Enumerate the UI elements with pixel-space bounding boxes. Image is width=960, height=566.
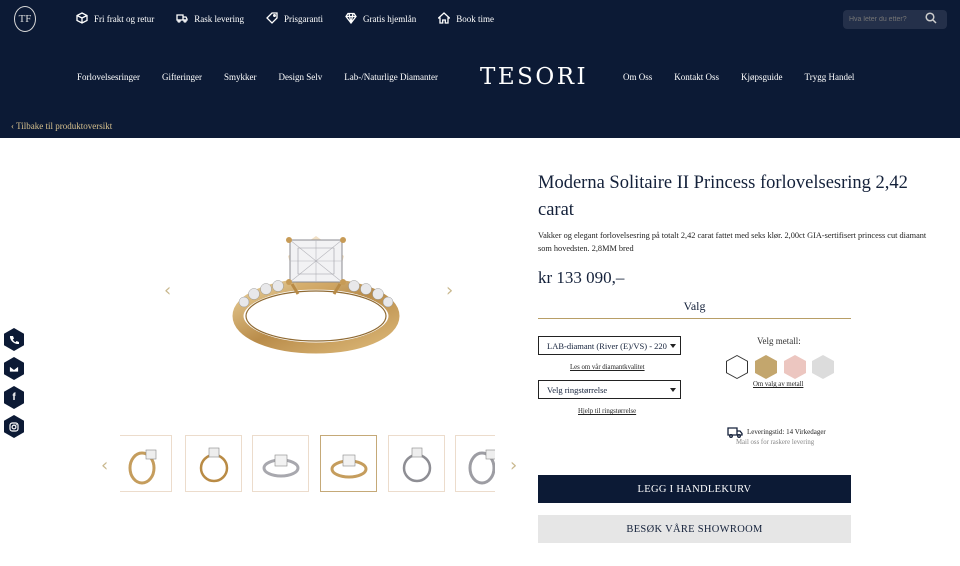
perk-free-shipping[interactable]: Fri frakt og retur xyxy=(76,12,154,26)
ring-white-gold-top-image xyxy=(262,454,299,477)
phone-icon[interactable] xyxy=(4,328,24,351)
instagram-icon[interactable] xyxy=(4,415,24,438)
ring-white-gold-angled-image xyxy=(468,449,495,484)
ring-size-help-link[interactable]: Hjelp til ringstørrelse xyxy=(578,408,636,415)
brand-logo[interactable]: TESORI xyxy=(480,64,588,90)
nav-item-diamanter[interactable]: Lab-/Naturlige Diamanter xyxy=(344,72,438,82)
metal-info-link[interactable]: Om valg av metall xyxy=(753,381,803,388)
back-to-products-link[interactable]: ‹ Tilbake til produktoversikt xyxy=(11,121,112,131)
ring-size-select[interactable]: Velg ringstørrelse xyxy=(538,380,681,399)
diamond-quality-link[interactable]: Les om vår diamantkvalitet xyxy=(570,364,645,371)
metal-option-platinum[interactable] xyxy=(812,355,834,379)
visit-showroom-button[interactable]: BESØK VÅRE SHOWROOM xyxy=(538,515,851,543)
thumbs-next-arrow[interactable]: › xyxy=(510,455,517,476)
box-icon xyxy=(76,12,88,26)
thumbnail-selected[interactable] xyxy=(320,435,377,492)
product-price: kr 133 090,– xyxy=(538,268,625,287)
perk-price-guarantee[interactable]: Prisgaranti xyxy=(266,12,323,26)
diamond-quality-select[interactable]: LAB-diamant (River (E)/VS) - 220 xyxy=(538,336,681,355)
nav-item-om-oss[interactable]: Om Oss xyxy=(623,72,652,82)
side-contact-icons: f xyxy=(4,328,24,438)
caret-down-icon xyxy=(670,388,676,392)
metal-option-white[interactable] xyxy=(726,355,748,379)
home-icon xyxy=(437,12,452,26)
perk-label: Book time xyxy=(456,14,494,24)
thumbs-prev-arrow[interactable]: ‹ xyxy=(101,455,108,476)
nav-item-smykker[interactable]: Smykker xyxy=(224,72,257,82)
nav-item-kontakt-oss[interactable]: Kontakt Oss xyxy=(674,72,719,82)
nav-item-kjopsguide[interactable]: Kjøpsguide xyxy=(741,72,783,82)
thumbnail[interactable] xyxy=(252,435,309,492)
options-heading: Valg xyxy=(538,299,851,319)
metal-swatch-fill xyxy=(727,356,747,378)
perks-bar: Fri frakt og retur Rask levering Prisgar… xyxy=(76,12,494,26)
search-icon[interactable] xyxy=(925,11,937,29)
ring-yellow-gold-front-image xyxy=(199,447,228,482)
thumbnail[interactable] xyxy=(185,435,242,492)
thumbnail[interactable] xyxy=(120,435,172,492)
perk-label: Gratis hjemlån xyxy=(362,14,417,24)
ring-yellow-gold-angled-image xyxy=(128,449,156,484)
facebook-glyph: f xyxy=(12,392,16,403)
facebook-icon[interactable]: f xyxy=(4,386,24,409)
main-product-image[interactable] xyxy=(226,228,406,363)
delivery-note: Mail oss for raskere levering xyxy=(736,439,815,446)
product-title: Moderna Solitaire II Princess forlovelse… xyxy=(538,173,908,220)
product-description: Vakker og elegant forlovelsesring på tot… xyxy=(538,231,927,253)
add-to-cart-button[interactable]: LEGG I HANDLEKURV xyxy=(538,475,851,503)
nav-left: Forlovelsesringer Gifteringer Smykker De… xyxy=(77,72,438,82)
size-select-value: Velg ringstørrelse xyxy=(547,384,608,395)
metal-label: Velg metall: xyxy=(757,336,801,346)
gallery-next-arrow[interactable]: › xyxy=(446,280,453,301)
thumbnail-strip xyxy=(120,435,495,493)
perk-label: Rask levering xyxy=(194,14,244,24)
diamond-icon xyxy=(345,12,357,26)
nav-item-gifteringer[interactable]: Gifteringer xyxy=(162,72,202,82)
diamond-select-value: LAB-diamant (River (E)/VS) - 220 xyxy=(547,340,667,351)
back-link-label: Tilbake til produktoversikt xyxy=(16,121,113,131)
nav-item-forlovelsesringer[interactable]: Forlovelsesringer xyxy=(77,72,140,82)
perk-label: Prisgaranti xyxy=(283,14,323,24)
caret-down-icon xyxy=(670,344,676,348)
truck-icon xyxy=(176,12,188,26)
metal-option-rose-gold[interactable] xyxy=(784,355,806,379)
ring-white-gold-front-image xyxy=(402,447,431,482)
perk-book-time[interactable]: Book time xyxy=(437,12,494,26)
perk-fast-delivery[interactable]: Rask levering xyxy=(176,12,244,26)
logo-icon[interactable]: TF xyxy=(14,6,36,32)
search-input[interactable] xyxy=(849,16,925,23)
mail-icon[interactable] xyxy=(4,357,24,380)
ring-yellow-gold-top-image xyxy=(330,454,367,478)
delivery-time: Leveringstid: 14 Virkedager xyxy=(747,428,826,436)
perk-home-loan[interactable]: Gratis hjemlån xyxy=(345,12,416,26)
metal-option-yellow-gold[interactable] xyxy=(755,355,777,379)
gallery-prev-arrow[interactable]: ‹ xyxy=(164,280,171,301)
nav-item-design-selv[interactable]: Design Selv xyxy=(278,72,322,82)
nav-item-trygg-handel[interactable]: Trygg Handel xyxy=(805,72,855,82)
thumbnail[interactable] xyxy=(455,435,495,492)
thumbnail[interactable] xyxy=(388,435,445,492)
perk-label: Fri frakt og retur xyxy=(94,14,155,24)
site-header: TF Fri frakt og retur Rask levering Pris… xyxy=(0,0,960,138)
tag-icon xyxy=(266,12,278,26)
search-box[interactable] xyxy=(843,10,947,29)
nav-right: Om Oss Kontakt Oss Kjøpsguide Trygg Hand… xyxy=(623,72,854,82)
